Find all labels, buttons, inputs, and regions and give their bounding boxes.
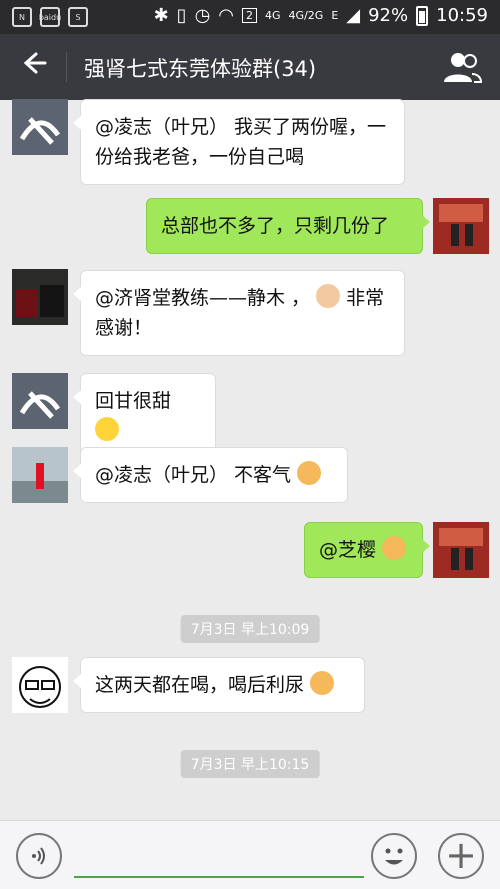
bluetooth-icon: ✱ [153, 5, 169, 26]
s-icon: S [68, 7, 88, 27]
message-input[interactable] [74, 876, 364, 878]
sim-badge: 2 [242, 8, 257, 23]
message-text: 这两天都在喝，喝后利尿 [95, 674, 305, 696]
net-4g2g-label: 4G/2G [288, 9, 324, 22]
smile-emoji [95, 417, 119, 441]
signal-icon: ◢ [346, 5, 361, 26]
input-bar: + [0, 820, 500, 889]
message-text: @芝樱 [319, 539, 377, 561]
vibrate-icon: ▯ [176, 5, 187, 26]
message-text: @凌志（叶兄） 我买了两份喔，一份给我老爸，一份自己喝 [95, 116, 387, 168]
net-4g-label: 4G [265, 9, 281, 22]
message-bubble[interactable]: @芝樱 [304, 522, 430, 578]
bags-avatar[interactable] [12, 269, 68, 325]
battery-level: 92% [368, 5, 409, 26]
beach-avatar[interactable] [12, 447, 68, 503]
n-icon: N [12, 7, 32, 27]
ok-hand-emoji [316, 284, 341, 308]
message-bubble[interactable]: 这两天都在喝，喝后利尿 [73, 657, 365, 713]
message-bubble[interactable]: 总部也不多了，只剩几份了 [146, 198, 430, 254]
message-bubble[interactable]: @济肾堂教练——静木 ， 非常感谢！ [73, 270, 405, 356]
ok-hand-emoji [382, 536, 407, 560]
clock: 10:59 [436, 5, 488, 26]
back-arrow-icon[interactable] [14, 49, 54, 85]
wifi-icon: ◠ [218, 5, 234, 26]
thumbs-up-emoji [310, 671, 335, 695]
title-bar: 强肾七式东莞体验群(34) [0, 34, 500, 100]
calligraphy-avatar[interactable] [12, 373, 68, 429]
plus-icon[interactable]: + [438, 833, 484, 879]
alarm-icon: ◷ [194, 5, 211, 26]
message-text: @济肾堂教练——静木 ， [95, 287, 311, 309]
message-bubble[interactable]: @凌志（叶兄） 我买了两份喔，一份给我老爸，一份自己喝 [73, 99, 405, 185]
battery-icon [416, 5, 429, 26]
message-bubble[interactable]: @凌志（叶兄） 不客气 [73, 447, 348, 503]
hand-wave-emoji [297, 461, 322, 485]
message-text: 回甘很甜 [95, 390, 172, 412]
message-text: @凌志（叶兄） 不客气 [95, 464, 292, 486]
status-bar: N baidu S ✱ ▯ ◷ ◠ 2 4G 4G/2G E ◢ 92% 10:… [0, 0, 500, 34]
title-divider [66, 52, 67, 82]
cartoon-face-avatar[interactable] [12, 657, 68, 713]
net-e-label: E [331, 9, 339, 22]
time-divider: 7月3日 早上10:09 [180, 615, 320, 643]
emoji-icon[interactable] [371, 833, 417, 879]
chat-title: 强肾七式东莞体验群(34) [84, 57, 317, 81]
message-text: 总部也不多了，只剩几份了 [161, 215, 390, 237]
self-avatar[interactable] [433, 198, 489, 254]
voice-input-icon[interactable] [16, 833, 62, 879]
baidu-icon: baidu [39, 7, 61, 27]
self-avatar[interactable] [433, 522, 489, 578]
group-members-icon[interactable] [440, 48, 484, 86]
calligraphy-avatar[interactable] [12, 99, 68, 155]
time-divider: 7月3日 早上10:15 [180, 750, 320, 778]
